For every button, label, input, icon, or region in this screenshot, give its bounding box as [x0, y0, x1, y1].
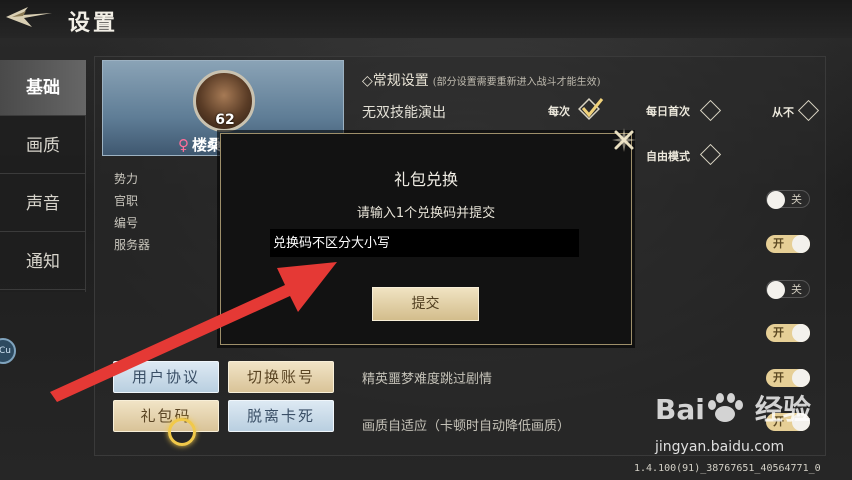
- tap-highlight-ring: [168, 418, 196, 446]
- dialog-prompt: 请输入1个兑换码并提交: [356, 206, 496, 221]
- settings-header-title: ◇常规设置: [362, 73, 429, 89]
- tab-basic[interactable]: 基础: [0, 60, 86, 116]
- toggle-knob: [792, 235, 810, 253]
- watermark-url: jingyan.baidu.com: [655, 439, 785, 455]
- toggle-switch[interactable]: 开: [766, 324, 810, 342]
- option-daily-first-label[interactable]: 每日首次: [646, 103, 690, 119]
- checked-diamond-icon[interactable]: [578, 97, 604, 121]
- top-bar: [0, 0, 852, 38]
- settings-header-note: (部分设置需要重新进入战斗才能生效): [432, 77, 601, 88]
- toggle-state-label: 开: [773, 326, 784, 339]
- toggle-knob: [767, 281, 785, 299]
- dialog-title: 礼包兑换: [393, 170, 458, 189]
- paw-logo-icon: [708, 393, 743, 422]
- toggle-switch[interactable]: 关: [766, 280, 810, 299]
- info-id-label: 编号: [114, 216, 139, 230]
- info-rank-label: 官职: [114, 194, 139, 208]
- adaptive-quality-label: 画质自适应（卡顿时自动降低画质）: [362, 419, 571, 434]
- general-settings-header: ◇常规设置 (部分设置需要重新进入战斗才能生效): [362, 70, 601, 90]
- switch-account-button[interactable]: 切换账号: [228, 361, 334, 393]
- user-agreement-button[interactable]: 用户协议: [113, 361, 219, 393]
- toggle-state-label: 关: [791, 193, 802, 206]
- toggle-state-label: 开: [773, 371, 784, 384]
- toggle-knob: [792, 324, 810, 342]
- gift-code-button[interactable]: 礼包码: [113, 400, 219, 432]
- option-never-label[interactable]: 从不: [772, 104, 794, 120]
- toggle-switch[interactable]: 开: [766, 369, 810, 387]
- toggle-state-label: 关: [791, 283, 802, 296]
- profile-name-row: ♀ 楼桑: [178, 134, 222, 155]
- info-faction-label: 势力: [114, 172, 139, 186]
- redeem-code-input[interactable]: [270, 229, 579, 257]
- toggle-knob: [767, 191, 785, 209]
- close-icon[interactable]: [612, 128, 636, 152]
- tab-quality[interactable]: 画质: [0, 118, 86, 174]
- toggle-switch[interactable]: 关: [766, 190, 810, 209]
- female-icon: ♀: [178, 136, 189, 154]
- tab-sound[interactable]: 声音: [0, 176, 86, 232]
- option-every-time-label[interactable]: 每次: [548, 103, 570, 119]
- info-server-label: 服务器: [114, 238, 151, 252]
- version-string: 1.4.100(91)_38767651_40564771_0: [634, 463, 821, 474]
- toggle-switch[interactable]: 开: [766, 235, 810, 253]
- settings-sidebar: 基础 画质 声音 通知: [0, 60, 86, 292]
- tab-notification[interactable]: 通知: [0, 234, 86, 290]
- submit-button[interactable]: 提交: [372, 287, 479, 321]
- elite-nightmare-skip-label: 精英噩梦难度跳过剧情: [362, 372, 493, 387]
- toggle-state-label: 开: [773, 237, 784, 250]
- level-badge: 62: [215, 112, 235, 128]
- player-name: 楼桑: [192, 136, 223, 154]
- watermark-brand-right: 经验: [754, 393, 811, 426]
- back-arrow-icon[interactable]: [2, 4, 56, 30]
- option-free-mode-label[interactable]: 自由模式: [646, 148, 690, 164]
- unstuck-button[interactable]: 脱离卡死: [228, 400, 334, 432]
- musou-skill-label: 无双技能演出: [362, 105, 446, 121]
- watermark-brand-left: Bai: [655, 393, 705, 426]
- page-title: 设置: [68, 11, 119, 36]
- toggle-knob: [792, 369, 810, 387]
